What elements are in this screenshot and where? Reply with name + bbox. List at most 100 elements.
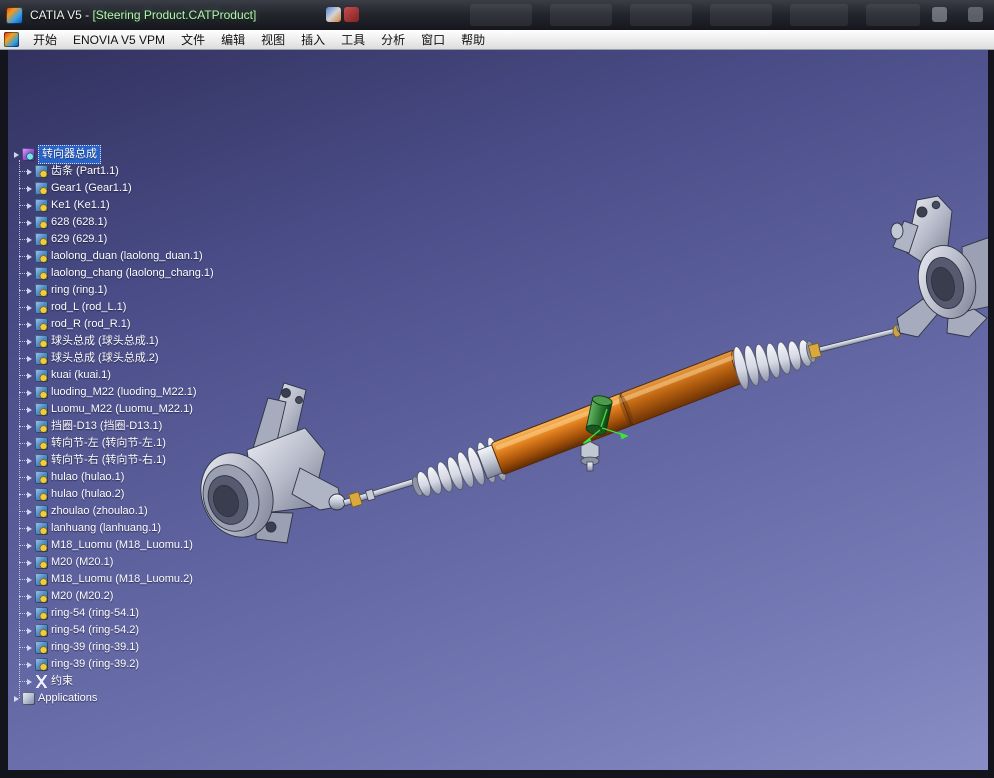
tree-item[interactable]: 转向节-右 (转向节-右.1) bbox=[8, 452, 214, 469]
tree-item[interactable]: Gear1 (Gear1.1) bbox=[8, 180, 214, 197]
expand-arrow-icon[interactable] bbox=[27, 627, 32, 634]
tree-item-label[interactable]: 转向节-左 (转向节-左.1) bbox=[51, 435, 166, 452]
rack-housing-tube[interactable] bbox=[476, 348, 751, 481]
expand-arrow-icon[interactable] bbox=[27, 338, 32, 345]
menu-item[interactable]: 分析 bbox=[373, 30, 413, 49]
tree-item-label[interactable]: hulao (hulao.2) bbox=[51, 486, 124, 503]
expand-arrow-icon[interactable] bbox=[27, 219, 32, 226]
3d-viewport[interactable]: 转向器总成 齿条 (Part1.1) Gear1 (Gear1.1) Ke1 (Ke… bbox=[8, 50, 988, 770]
tree-item-label[interactable]: ring-39 (ring-39.2) bbox=[51, 656, 139, 673]
expand-arrow-icon[interactable] bbox=[27, 474, 32, 481]
right-bellows-boot[interactable] bbox=[731, 329, 820, 390]
expand-arrow-icon[interactable] bbox=[27, 644, 32, 651]
tree-item-label[interactable]: M18_Luomu (M18_Luomu.1) bbox=[51, 537, 193, 554]
tree-item[interactable]: rod_R (rod_R.1) bbox=[8, 316, 214, 333]
tree-item[interactable]: hulao (hulao.2) bbox=[8, 486, 214, 503]
tree-item-label[interactable]: 挡圈-D13 (挡圈-D13.1) bbox=[51, 418, 162, 435]
expand-arrow-icon[interactable] bbox=[27, 406, 32, 413]
expand-arrow-icon[interactable] bbox=[27, 661, 32, 668]
menu-item[interactable]: 帮助 bbox=[453, 30, 493, 49]
tree-item[interactable]: M20 (M20.2) bbox=[8, 588, 214, 605]
expand-arrow-icon[interactable] bbox=[27, 355, 32, 362]
expand-arrow-icon[interactable] bbox=[27, 559, 32, 566]
title-bar[interactable]: CATIA V5 - [Steering Product.CATProduct] bbox=[0, 0, 994, 30]
expand-arrow-icon[interactable] bbox=[27, 185, 32, 192]
expand-arrow-icon[interactable] bbox=[27, 593, 32, 600]
tree-item-label[interactable]: hulao (hulao.1) bbox=[51, 469, 124, 486]
expand-arrow-icon[interactable] bbox=[27, 491, 32, 498]
tree-item-label[interactable]: rod_L (rod_L.1) bbox=[51, 299, 126, 316]
tree-item[interactable]: M20 (M20.1) bbox=[8, 554, 214, 571]
expand-arrow-icon[interactable] bbox=[27, 508, 32, 515]
tree-item-label[interactable]: ring (ring.1) bbox=[51, 282, 107, 299]
tree-item-label[interactable]: 球头总成 (球头总成.1) bbox=[51, 333, 159, 350]
hex-nut[interactable] bbox=[580, 441, 600, 472]
tree-item-label[interactable]: ring-39 (ring-39.1) bbox=[51, 639, 139, 656]
tree-item-label[interactable]: 628 (628.1) bbox=[51, 214, 107, 231]
tree-root-node[interactable]: 转向器总成 bbox=[8, 145, 214, 164]
expand-arrow-icon[interactable] bbox=[27, 321, 32, 328]
tree-item[interactable]: ring-39 (ring-39.2) bbox=[8, 656, 214, 673]
tree-item-label[interactable]: 转向节-右 (转向节-右.1) bbox=[51, 452, 166, 469]
expand-arrow-icon[interactable] bbox=[27, 576, 32, 583]
tree-item[interactable]: M18_Luomu (M18_Luomu.2) bbox=[8, 571, 214, 588]
menu-item[interactable]: 插入 bbox=[293, 30, 333, 49]
expand-arrow-icon[interactable] bbox=[27, 423, 32, 430]
menu-item[interactable]: 编辑 bbox=[213, 30, 253, 49]
tree-item[interactable]: ring-54 (ring-54.1) bbox=[8, 605, 214, 622]
tree-item-label[interactable]: Ke1 (Ke1.1) bbox=[51, 197, 110, 214]
tree-item[interactable]: luoding_M22 (luoding_M22.1) bbox=[8, 384, 214, 401]
tree-item[interactable]: 球头总成 (球头总成.2) bbox=[8, 350, 214, 367]
tree-item-label[interactable]: M20 (M20.1) bbox=[51, 554, 113, 571]
tree-item-label[interactable]: M18_Luomu (M18_Luomu.2) bbox=[51, 571, 193, 588]
expand-arrow-icon[interactable] bbox=[27, 372, 32, 379]
tree-item[interactable]: rod_L (rod_L.1) bbox=[8, 299, 214, 316]
tree-item-label[interactable]: lanhuang (lanhuang.1) bbox=[51, 520, 161, 537]
menu-item[interactable]: 开始 bbox=[25, 30, 65, 49]
tree-item[interactable]: ring (ring.1) bbox=[8, 282, 214, 299]
expand-arrow-icon[interactable] bbox=[27, 457, 32, 464]
expand-arrow-icon[interactable] bbox=[27, 304, 32, 311]
right-steering-knuckle[interactable] bbox=[890, 195, 988, 338]
tree-item[interactable]: Luomu_M22 (Luomu_M22.1) bbox=[8, 401, 214, 418]
expand-arrow-icon[interactable] bbox=[27, 270, 32, 277]
expand-arrow-icon[interactable] bbox=[27, 610, 32, 617]
expand-arrow-icon[interactable] bbox=[27, 525, 32, 532]
tree-item-label[interactable]: Gear1 (Gear1.1) bbox=[51, 180, 132, 197]
expand-arrow-icon[interactable] bbox=[27, 678, 32, 685]
tree-item-label[interactable]: 球头总成 (球头总成.2) bbox=[51, 350, 159, 367]
tree-item[interactable]: 球头总成 (球头总成.1) bbox=[8, 333, 214, 350]
tree-item[interactable]: ring-39 (ring-39.1) bbox=[8, 639, 214, 656]
expand-arrow-icon[interactable] bbox=[14, 695, 19, 702]
tree-item[interactable]: 629 (629.1) bbox=[8, 231, 214, 248]
tree-item[interactable]: M18_Luomu (M18_Luomu.1) bbox=[8, 537, 214, 554]
expand-arrow-icon[interactable] bbox=[27, 389, 32, 396]
menu-item[interactable]: 文件 bbox=[173, 30, 213, 49]
tree-item-label[interactable]: kuai (kuai.1) bbox=[51, 367, 111, 384]
tree-item-label[interactable]: laolong_duan (laolong_duan.1) bbox=[51, 248, 203, 265]
tree-item[interactable]: zhoulao (zhoulao.1) bbox=[8, 503, 214, 520]
expand-arrow-icon[interactable] bbox=[27, 440, 32, 447]
right-tie-rod[interactable] bbox=[807, 319, 912, 359]
tree-item-label[interactable]: 约束 bbox=[51, 673, 73, 690]
tree-item-label[interactable]: Applications bbox=[38, 690, 97, 707]
tree-item-label[interactable]: 629 (629.1) bbox=[51, 231, 107, 248]
expand-arrow-icon[interactable] bbox=[27, 202, 32, 209]
tree-item[interactable]: hulao (hulao.1) bbox=[8, 469, 214, 486]
menu-item[interactable]: ENOVIA V5 VPM bbox=[65, 30, 173, 49]
expand-arrow-icon[interactable] bbox=[14, 151, 19, 158]
tree-item[interactable]: laolong_duan (laolong_duan.1) bbox=[8, 248, 214, 265]
tree-root-label[interactable]: 转向器总成 bbox=[38, 145, 101, 164]
tree-item[interactable]: lanhuang (lanhuang.1) bbox=[8, 520, 214, 537]
tree-item[interactable]: ring-54 (ring-54.2) bbox=[8, 622, 214, 639]
tree-item-label[interactable]: ring-54 (ring-54.1) bbox=[51, 605, 139, 622]
menu-item[interactable]: 工具 bbox=[333, 30, 373, 49]
expand-arrow-icon[interactable] bbox=[27, 542, 32, 549]
tree-item[interactable]: kuai (kuai.1) bbox=[8, 367, 214, 384]
tree-item-constraints[interactable]: 约束 bbox=[8, 673, 214, 690]
tree-item[interactable]: laolong_chang (laolong_chang.1) bbox=[8, 265, 214, 282]
tree-item-label[interactable]: Luomu_M22 (Luomu_M22.1) bbox=[51, 401, 193, 418]
tree-item-label[interactable]: luoding_M22 (luoding_M22.1) bbox=[51, 384, 197, 401]
expand-arrow-icon[interactable] bbox=[27, 236, 32, 243]
tree-item-label[interactable]: zhoulao (zhoulao.1) bbox=[51, 503, 148, 520]
